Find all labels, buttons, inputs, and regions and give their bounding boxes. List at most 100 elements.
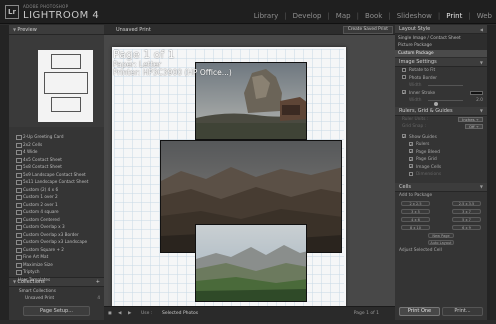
prev-page-icon[interactable]: ◀: [118, 311, 121, 316]
ruler-units-select[interactable]: Inches ÷: [458, 116, 483, 122]
rotate-to-fit-checkbox[interactable]: [402, 67, 406, 72]
print-toolbar: Unsaved Print Create Saved Print: [104, 25, 395, 35]
template-item[interactable]: Custom 2 over 1: [9, 201, 104, 209]
collection-unsaved-print[interactable]: Unsaved Print 4: [9, 294, 104, 301]
print-button[interactable]: Print...: [442, 307, 483, 316]
image-settings-header[interactable]: Image Settings ▼: [395, 58, 487, 67]
template-item[interactable]: 4 Wide: [9, 148, 104, 156]
preview-header[interactable]: ▼ Preview: [9, 25, 104, 35]
rulers-grid-guides-header[interactable]: Rulers, Grid & Guides ▼: [395, 106, 487, 116]
top-bar: Lr ADOBE PHOTOSHOP LIGHTROOM 4 Library | …: [0, 0, 496, 24]
template-item[interactable]: Fine Art Mat: [9, 253, 104, 261]
template-item[interactable]: Custom (2) 4 x 6: [9, 186, 104, 194]
inner-stroke-row[interactable]: Inner Stroke: [395, 89, 487, 98]
inner-stroke-checkbox[interactable]: [402, 89, 406, 97]
template-item[interactable]: Custom 1 over 2: [9, 193, 104, 201]
package-size-button[interactable]: 3 x 5: [401, 209, 430, 214]
grid-snap-select[interactable]: Off ÷: [465, 124, 483, 129]
package-size-button[interactable]: 2 x 2.5: [401, 201, 430, 206]
template-item[interactable]: 4x5 Contact Sheet: [9, 156, 104, 164]
template-item[interactable]: Custom Overlap x 3: [9, 223, 104, 231]
border-width-slider[interactable]: [428, 85, 463, 86]
module-slideshow[interactable]: Slideshow: [397, 12, 432, 20]
stroke-width-value[interactable]: 2.0: [476, 97, 483, 105]
use-selector[interactable]: Selected Photos: [162, 311, 198, 316]
new-page-button[interactable]: New Page: [428, 233, 454, 238]
preview-paper: [38, 50, 93, 122]
style-single-image[interactable]: Single Image / Contact Sheet: [395, 35, 487, 42]
add-to-package-label: Add to Package: [399, 192, 433, 198]
package-size-button[interactable]: 8 x 10: [401, 225, 430, 230]
preview-cell: [51, 97, 81, 112]
guide-checkbox[interactable]: [409, 141, 413, 148]
brand-subtitle: ADOBE PHOTOSHOP: [23, 4, 69, 9]
print-one-button[interactable]: Print One: [399, 307, 440, 316]
template-item[interactable]: 2-Up Greeting Card: [9, 133, 104, 141]
template-item[interactable]: Custom Overlap x3 Landscape: [9, 238, 104, 246]
collapse-triangle-icon: ▼: [479, 59, 483, 65]
photo-cell[interactable]: [195, 224, 307, 302]
layout-style-header[interactable]: Layout Style ◀: [395, 25, 487, 34]
template-item[interactable]: 2x2 Cells: [9, 141, 104, 149]
template-item[interactable]: Triptych: [9, 268, 104, 276]
package-size-button[interactable]: 3 x 7: [452, 209, 481, 214]
page-info-overlay: Page 1 of 1 Paper: Letter Printer: HP3C3…: [113, 48, 232, 77]
right-panel-toggle[interactable]: [487, 25, 496, 320]
module-print[interactable]: Print: [446, 12, 462, 20]
page-setup-button[interactable]: Page Setup...: [23, 306, 90, 316]
package-size-button[interactable]: 6 x 9: [452, 225, 481, 230]
photo-border-row[interactable]: Photo Border: [395, 75, 487, 83]
preview-pane: [9, 35, 104, 127]
guides-list: RulersPage BleedPage GridImage CellsDime…: [395, 141, 487, 179]
next-page-icon[interactable]: ▶: [128, 311, 131, 316]
guide-checkbox[interactable]: [409, 171, 413, 176]
inner-stroke-color-swatch[interactable]: [470, 91, 483, 95]
stroke-width-slider[interactable]: [428, 100, 463, 106]
collapse-triangle-icon: ◀: [479, 26, 483, 32]
module-web[interactable]: Web: [477, 12, 492, 20]
left-panel-toggle[interactable]: [0, 25, 9, 320]
auto-layout-button[interactable]: Auto Layout: [428, 240, 454, 245]
package-size-button[interactable]: 2.5 x 3.5: [452, 201, 481, 206]
guide-option-row[interactable]: Image Cells: [395, 163, 487, 172]
guide-checkbox[interactable]: [409, 148, 413, 156]
use-label: Use :: [141, 311, 153, 316]
show-guides-checkbox[interactable]: [402, 133, 406, 141]
template-item[interactable]: Custom Overlap x3 Border: [9, 231, 104, 239]
module-picker: Library | Develop | Map | Book | Slideshow | …: [253, 12, 492, 20]
rotate-to-fit-row[interactable]: Rotate to Fit: [395, 67, 487, 75]
grid-snap-row: Grid Snap : Off ÷: [395, 123, 487, 131]
style-custom-package[interactable]: Custom Package: [395, 49, 487, 58]
collapse-triangle-icon: ▼: [479, 184, 483, 189]
stroke-width-row: Width 2.0: [395, 97, 487, 106]
package-size-button[interactable]: 4 x 6: [401, 217, 430, 222]
module-develop[interactable]: Develop: [293, 12, 322, 20]
print-title: Unsaved Print: [116, 27, 151, 33]
module-library[interactable]: Library: [254, 12, 278, 20]
template-item[interactable]: Custom Square + 2: [9, 246, 104, 254]
photo-border-checkbox[interactable]: [402, 75, 406, 79]
module-map[interactable]: Map: [336, 12, 351, 20]
package-size-buttons: 2 x 2.5 2.5 x 3.5 3 x 5 3 x 7 4 x 6 5 x 7 8 x …: [395, 199, 487, 247]
style-picture-package[interactable]: Picture Package: [395, 42, 487, 49]
template-item[interactable]: 5x8 Contact Sheet: [9, 163, 104, 171]
template-item[interactable]: 5x11 Landscape Contact Sheet: [9, 178, 104, 186]
guide-option-row[interactable]: Dimensions: [395, 171, 487, 179]
brand-title: LIGHTROOM 4: [23, 10, 100, 21]
template-item[interactable]: 5x9 Landscape Contact Sheet: [9, 171, 104, 179]
template-item[interactable]: Custom Centered: [9, 216, 104, 224]
create-saved-print-button[interactable]: Create Saved Print: [342, 26, 393, 34]
guide-checkbox[interactable]: [409, 156, 413, 163]
print-canvas-area: Unsaved Print Create Saved Print Page 1 …: [104, 25, 395, 320]
cells-header[interactable]: Cells ▼: [395, 182, 487, 192]
template-item[interactable]: Custom 4 square: [9, 208, 104, 216]
guide-checkbox[interactable]: [409, 163, 413, 171]
first-page-icon[interactable]: ◼: [108, 311, 112, 316]
module-book[interactable]: Book: [365, 12, 382, 20]
package-size-button[interactable]: 5 x 7: [452, 217, 481, 222]
collection-smart[interactable]: Smart Collections: [9, 287, 104, 294]
collapse-triangle-icon: ▼: [479, 108, 483, 113]
template-item[interactable]: Maximize Size: [9, 261, 104, 269]
border-width-row: Width: [395, 82, 487, 90]
user-templates-folder[interactable]: User Templates: [9, 276, 104, 284]
